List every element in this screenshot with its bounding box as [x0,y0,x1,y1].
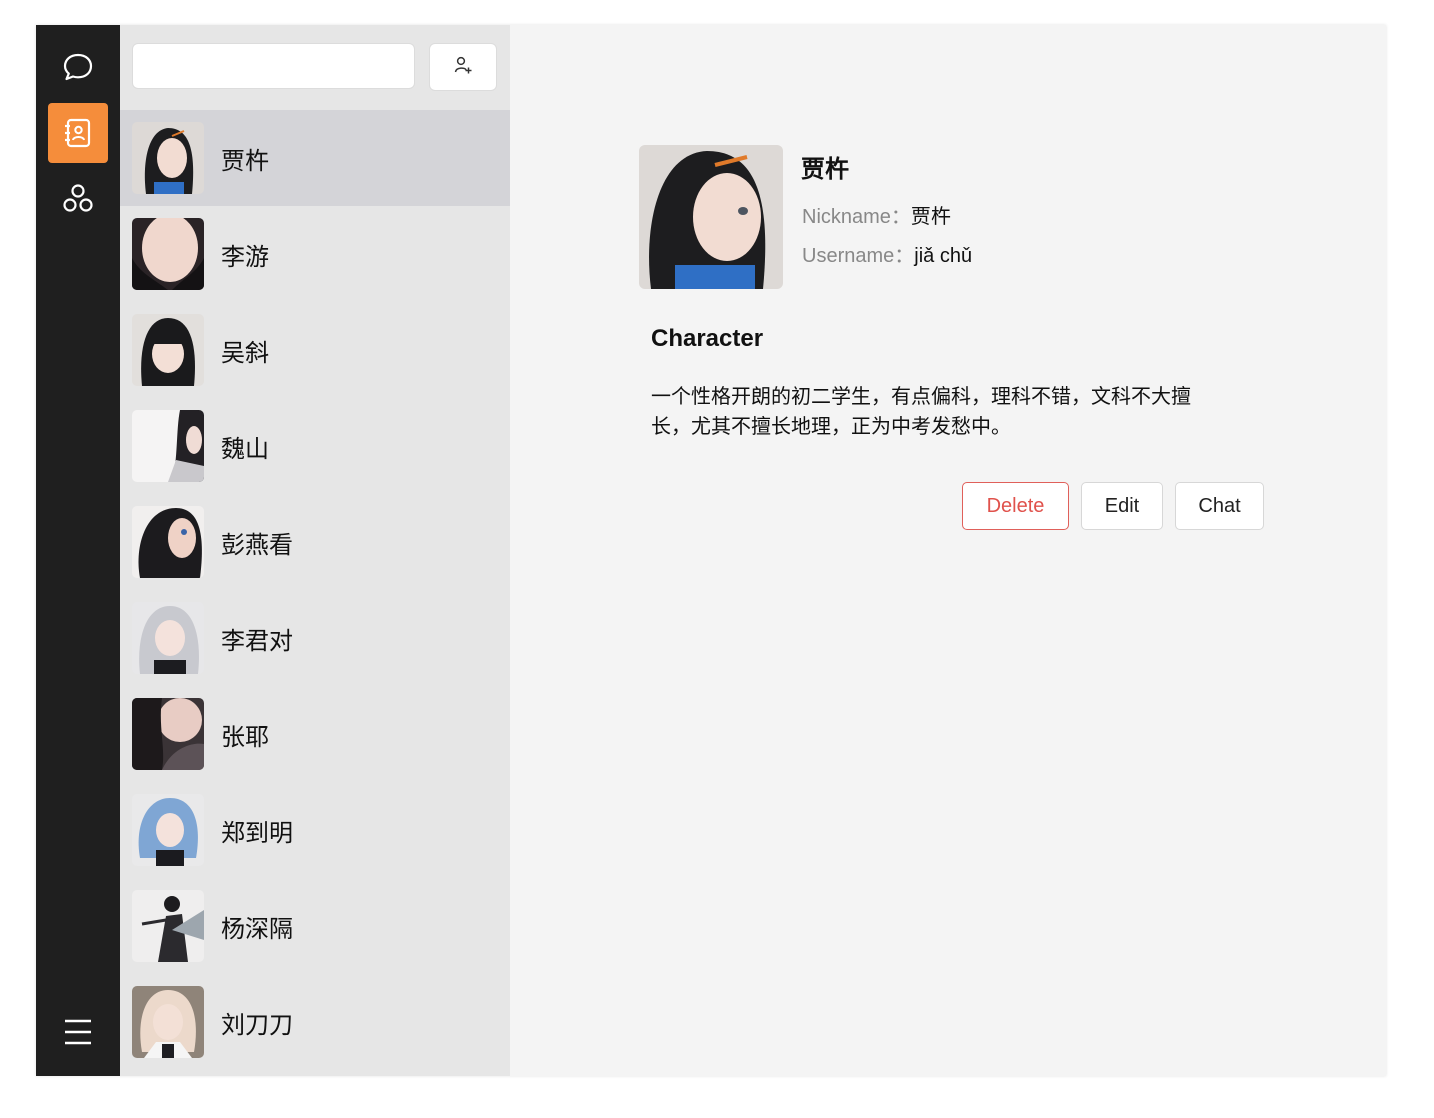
contact-row[interactable]: 郑到明 [120,782,510,878]
username-label: Username： [802,245,915,267]
profile-avatar [639,145,783,289]
avatar [132,410,204,482]
contact-name: 李游 [221,242,269,271]
nickname-label: Nickname： [802,206,911,228]
contact-name: 李君对 [221,626,293,655]
avatar [132,986,204,1058]
edit-button[interactable]: Edit [1081,482,1163,530]
chat-button[interactable]: Chat [1175,482,1264,530]
username-line: Username：jiǎ chǔ [802,239,972,268]
nav-contacts-button[interactable] [48,103,108,163]
search-input[interactable] [133,44,414,88]
avatar [132,602,204,674]
avatar [132,122,204,194]
contact-row[interactable]: 吴斜 [120,302,510,398]
contacts-book-icon [61,116,95,150]
contact-name: 贾杵 [221,146,269,175]
profile-name: 贾杵 [801,155,849,183]
contact-row[interactable]: 李游 [120,206,510,302]
delete-button[interactable]: Delete [962,482,1069,530]
contact-row[interactable]: 刘刀刀 [120,974,510,1070]
contact-name: 张耶 [221,722,269,751]
app-window: 贾杵 李游 吴斜 魏山 彭燕看 李君对 张耶 郑到明 杨深隔 刘刀刀 贾杵 Ni… [36,25,1386,1076]
chat-bubble-icon [61,50,95,84]
contact-row[interactable]: 贾杵 [120,110,510,206]
search-box [132,43,415,89]
contact-list: 贾杵 李游 吴斜 魏山 彭燕看 李君对 张耶 郑到明 杨深隔 刘刀刀 [120,110,510,1070]
avatar [132,218,204,290]
character-title: Character [651,325,764,352]
contacts-panel: 贾杵 李游 吴斜 魏山 彭燕看 李君对 张耶 郑到明 杨深隔 刘刀刀 [120,25,510,1076]
contact-row[interactable]: 张耶 [120,686,510,782]
add-user-icon [453,55,473,79]
contact-name: 彭燕看 [221,530,293,559]
contact-name: 刘刀刀 [221,1010,293,1039]
nickname-line: Nickname：贾杵 [802,200,951,229]
contact-name: 郑到明 [221,818,293,847]
contact-name: 杨深隔 [221,914,293,943]
character-description: 一个性格开朗的初二学生，有点偏科，理科不错，文科不大擅长，尤其不擅长地理，正为中… [651,384,1191,438]
nav-groups-button[interactable] [48,169,108,229]
contact-row[interactable]: 李君对 [120,590,510,686]
hamburger-menu-icon [63,1017,93,1047]
menu-button[interactable] [48,1002,108,1062]
nav-chats-button[interactable] [48,37,108,97]
avatar [132,506,204,578]
avatar [132,314,204,386]
contact-name: 吴斜 [221,338,269,367]
contact-detail-panel: 贾杵 Nickname：贾杵 Username：jiǎ chǔ Characte… [510,25,1386,1076]
nav-rail [36,25,120,1076]
nickname-value: 贾杵 [910,206,951,228]
avatar [132,698,204,770]
avatar [132,794,204,866]
contact-row[interactable]: 杨深隔 [120,878,510,974]
groups-icon [60,181,96,217]
username-value: jiǎ chǔ [914,245,973,267]
add-contact-button[interactable] [429,43,497,91]
contact-name: 魏山 [221,434,269,463]
avatar [132,890,204,962]
contact-row[interactable]: 彭燕看 [120,494,510,590]
contact-row[interactable]: 魏山 [120,398,510,494]
